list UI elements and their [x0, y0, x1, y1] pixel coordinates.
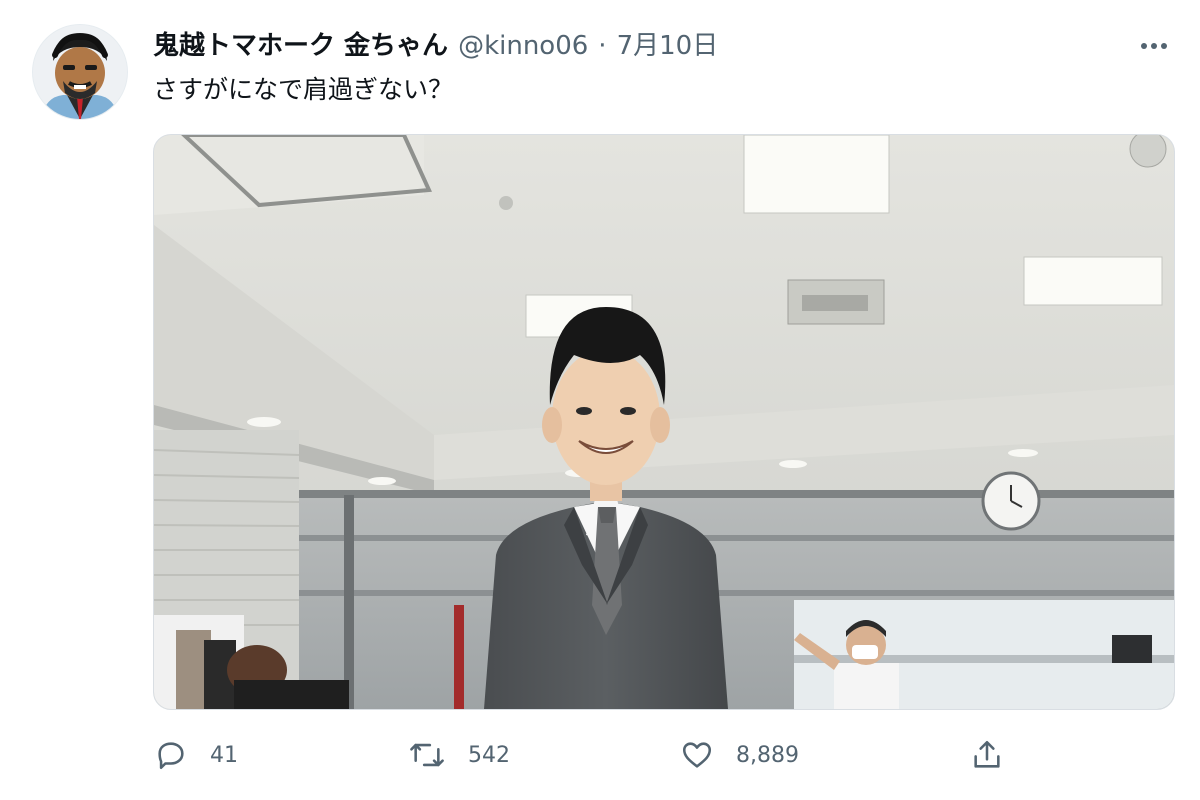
like-button[interactable]: 8,889: [680, 730, 799, 780]
retweet-button[interactable]: 542: [408, 730, 510, 780]
more-horizontal-icon: [1141, 43, 1147, 49]
avatar[interactable]: [32, 24, 128, 120]
retweet-icon: [410, 743, 444, 767]
more-options-button[interactable]: [1134, 36, 1174, 56]
heart-icon: [682, 742, 712, 768]
tweet-date[interactable]: 7月10日: [617, 26, 719, 66]
avatar-illustration: [33, 25, 127, 119]
reply-icon: [158, 742, 184, 770]
tweet-photo[interactable]: [153, 134, 1175, 710]
tweet-actions: 41 542 8,889: [150, 730, 1030, 780]
tweet-header: 鬼越トマホーク 金ちゃん @kinno06 · 7月10日: [153, 26, 718, 66]
retweet-count: 542: [468, 742, 510, 768]
header-separator: ·: [598, 31, 607, 61]
share-icon: [974, 740, 1000, 768]
reply-button[interactable]: 41: [154, 730, 238, 780]
reply-count: 41: [210, 742, 238, 768]
tweet-text: さすがになで肩過ぎない？: [153, 75, 454, 104]
more-horizontal-icon: [1151, 43, 1157, 49]
author-display-name[interactable]: 鬼越トマホーク 金ちゃん: [153, 26, 448, 66]
share-button[interactable]: [970, 730, 1004, 780]
tweet-card: 鬼越トマホーク 金ちゃん @kinno06 · 7月10日 さすがになで肩過ぎな…: [0, 0, 1200, 800]
photo-image: [154, 135, 1174, 709]
like-count: 8,889: [736, 742, 799, 768]
author-handle[interactable]: @kinno06: [458, 26, 588, 66]
more-horizontal-icon: [1161, 43, 1167, 49]
